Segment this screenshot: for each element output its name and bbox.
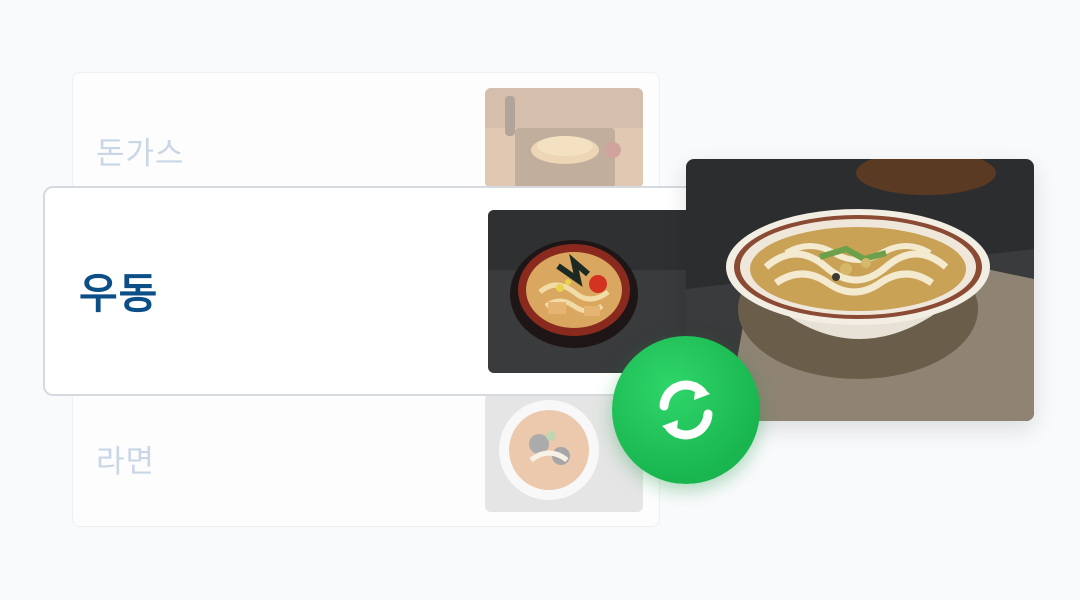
menu-item-label: 라면 [96,444,156,480]
menu-item-label: 돈가스 [96,136,185,172]
tonkatsu-thumbnail [485,88,643,188]
swap-image-button[interactable] [612,336,760,484]
refresh-icon [659,380,713,440]
menu-item-label: 우동 [79,269,159,318]
menu-item-udon[interactable]: 우동 [43,186,703,396]
menu-item-ramen[interactable]: 라면 [72,390,660,520]
